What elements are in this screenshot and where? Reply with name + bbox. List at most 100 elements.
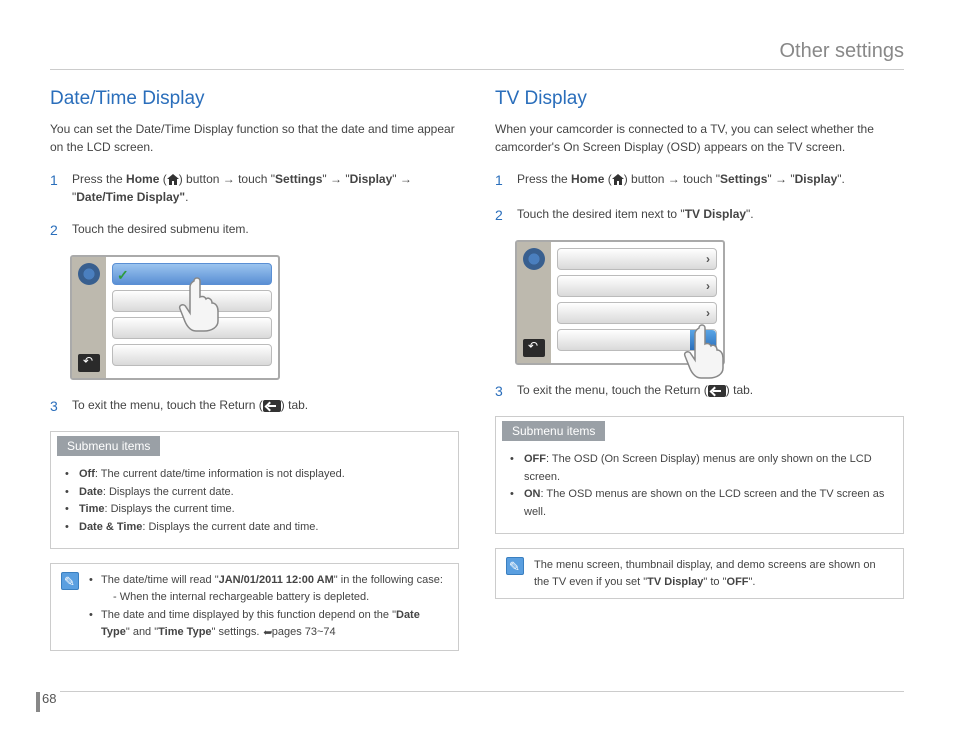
submenu-item: Off: The current date/time information i… [65,466,444,484]
note-icon [506,557,524,575]
text: The date/time will read " [101,574,219,586]
note-item: The date and time displayed by this func… [89,607,448,640]
chevron-right-icon: › [706,279,710,293]
step-number: 1 [495,170,507,191]
check-icon: ✓ [117,267,131,281]
return-icon [263,400,281,412]
step-body: To exit the menu, touch the Return ( ) ta… [72,396,459,414]
step-number: 3 [495,381,507,402]
text: Date/Time Display" [76,190,185,204]
text: Display [795,172,838,186]
home-label: Home [571,172,604,186]
text: touch " [680,172,720,186]
text: Settings [275,172,322,186]
text: " [322,172,330,186]
lcd-illustration: ✓ [70,255,459,380]
text: Press the [72,172,126,186]
home-label: Home [126,172,159,186]
step-number: 2 [50,220,62,241]
intro-text: You can set the Date/Time Display functi… [50,120,459,156]
text: Date [79,486,103,498]
note-body: The menu screen, thumbnail display, and … [534,557,893,590]
text: Press the [517,172,571,186]
step-2: 2 Touch the desired submenu item. [50,220,459,241]
text: " settings. [212,626,263,638]
step-1: 1 Press the Home ( ) button → touch "Sett… [50,170,459,206]
page-number: 68 [42,691,56,706]
text: : The OSD menus are shown on the LCD scr… [524,488,884,518]
arrow-icon: → [668,172,680,186]
submenu-box: Submenu items Off: The current date/time… [50,431,459,549]
submenu-item: Date & Time: Displays the current date a… [65,519,444,537]
text: ( [604,172,611,186]
submenu-header: Submenu items [502,421,605,441]
text: . [185,190,188,204]
submenu-item: OFF: The OSD (On Screen Display) menus a… [510,451,889,486]
submenu-box: Submenu items OFF: The OSD (On Screen Di… [495,416,904,534]
text: JAN/01/2011 12:00 AM [219,574,334,586]
text: ) button [179,172,223,186]
text: : Displays the current date and time. [142,521,318,533]
text: : The OSD (On Screen Display) menus are … [524,453,872,483]
text: To exit the menu, touch the Return ( [72,398,263,412]
back-icon [78,354,100,372]
text: " [342,172,350,186]
note-box: The date/time will read "JAN/01/2011 12:… [50,563,459,651]
content-columns: Date/Time Display You can set the Date/T… [50,88,904,651]
text: ) button [624,172,668,186]
text: TV Display [685,207,746,221]
text: Date & Time [79,521,142,533]
text: Display [350,172,393,186]
submenu-header: Submenu items [57,436,160,456]
gear-icon [78,263,100,285]
text: " [787,172,795,186]
step-number: 1 [50,170,62,191]
text: Settings [720,172,767,186]
lcd-row: › [557,248,717,270]
submenu-body: Off: The current date/time information i… [51,456,458,548]
text: touch " [235,172,275,186]
submenu-item: Date: Displays the current date. [65,484,444,502]
lcd-sidebar [517,242,551,363]
lcd-illustration: › › › [515,240,904,365]
text: " and " [126,626,158,638]
note-subtext: - When the internal rechargeable battery… [101,589,448,606]
lcd-row-selected: ✓ [112,263,272,285]
page-footer-line [60,691,904,692]
home-icon [612,174,624,185]
arrow-icon: → [400,172,412,186]
text: " in the following case: [334,574,443,586]
lcd-screen: ✓ [70,255,280,380]
text: OFF [524,453,546,465]
chevron-right-icon: › [706,252,710,266]
return-icon [708,385,726,397]
text: Touch the desired item next to " [517,207,685,221]
text: Time [79,503,104,515]
text: ". [749,576,756,588]
note-box: The menu screen, thumbnail display, and … [495,548,904,599]
text: ( [159,172,166,186]
text: : Displays the current date. [103,486,234,498]
note-item: The date/time will read "JAN/01/2011 12:… [89,572,448,605]
lcd-sidebar [72,257,106,378]
text: ". [746,207,754,221]
step-body: Touch the desired item next to "TV Displ… [517,205,904,223]
intro-text: When your camcorder is connected to a TV… [495,120,904,156]
arrow-icon: → [330,172,342,186]
text: Time Type [158,626,211,638]
text: Off [79,468,95,480]
text: ) tab. [726,383,753,397]
section-title-tvdisplay: TV Display [495,88,904,110]
step-number: 3 [50,396,62,417]
left-column: Date/Time Display You can set the Date/T… [50,88,459,651]
right-column: TV Display When your camcorder is connec… [495,88,904,651]
step-3: 3 To exit the menu, touch the Return () … [495,381,904,402]
chevron-right-icon: › [706,306,710,320]
text: ) tab. [281,398,308,412]
step-number: 2 [495,205,507,226]
page-number-bar [36,692,40,712]
lcd-row [112,344,272,366]
lcd-row [112,290,272,312]
page-header: Other settings [50,40,904,70]
text: pages 73~74 [272,626,336,638]
